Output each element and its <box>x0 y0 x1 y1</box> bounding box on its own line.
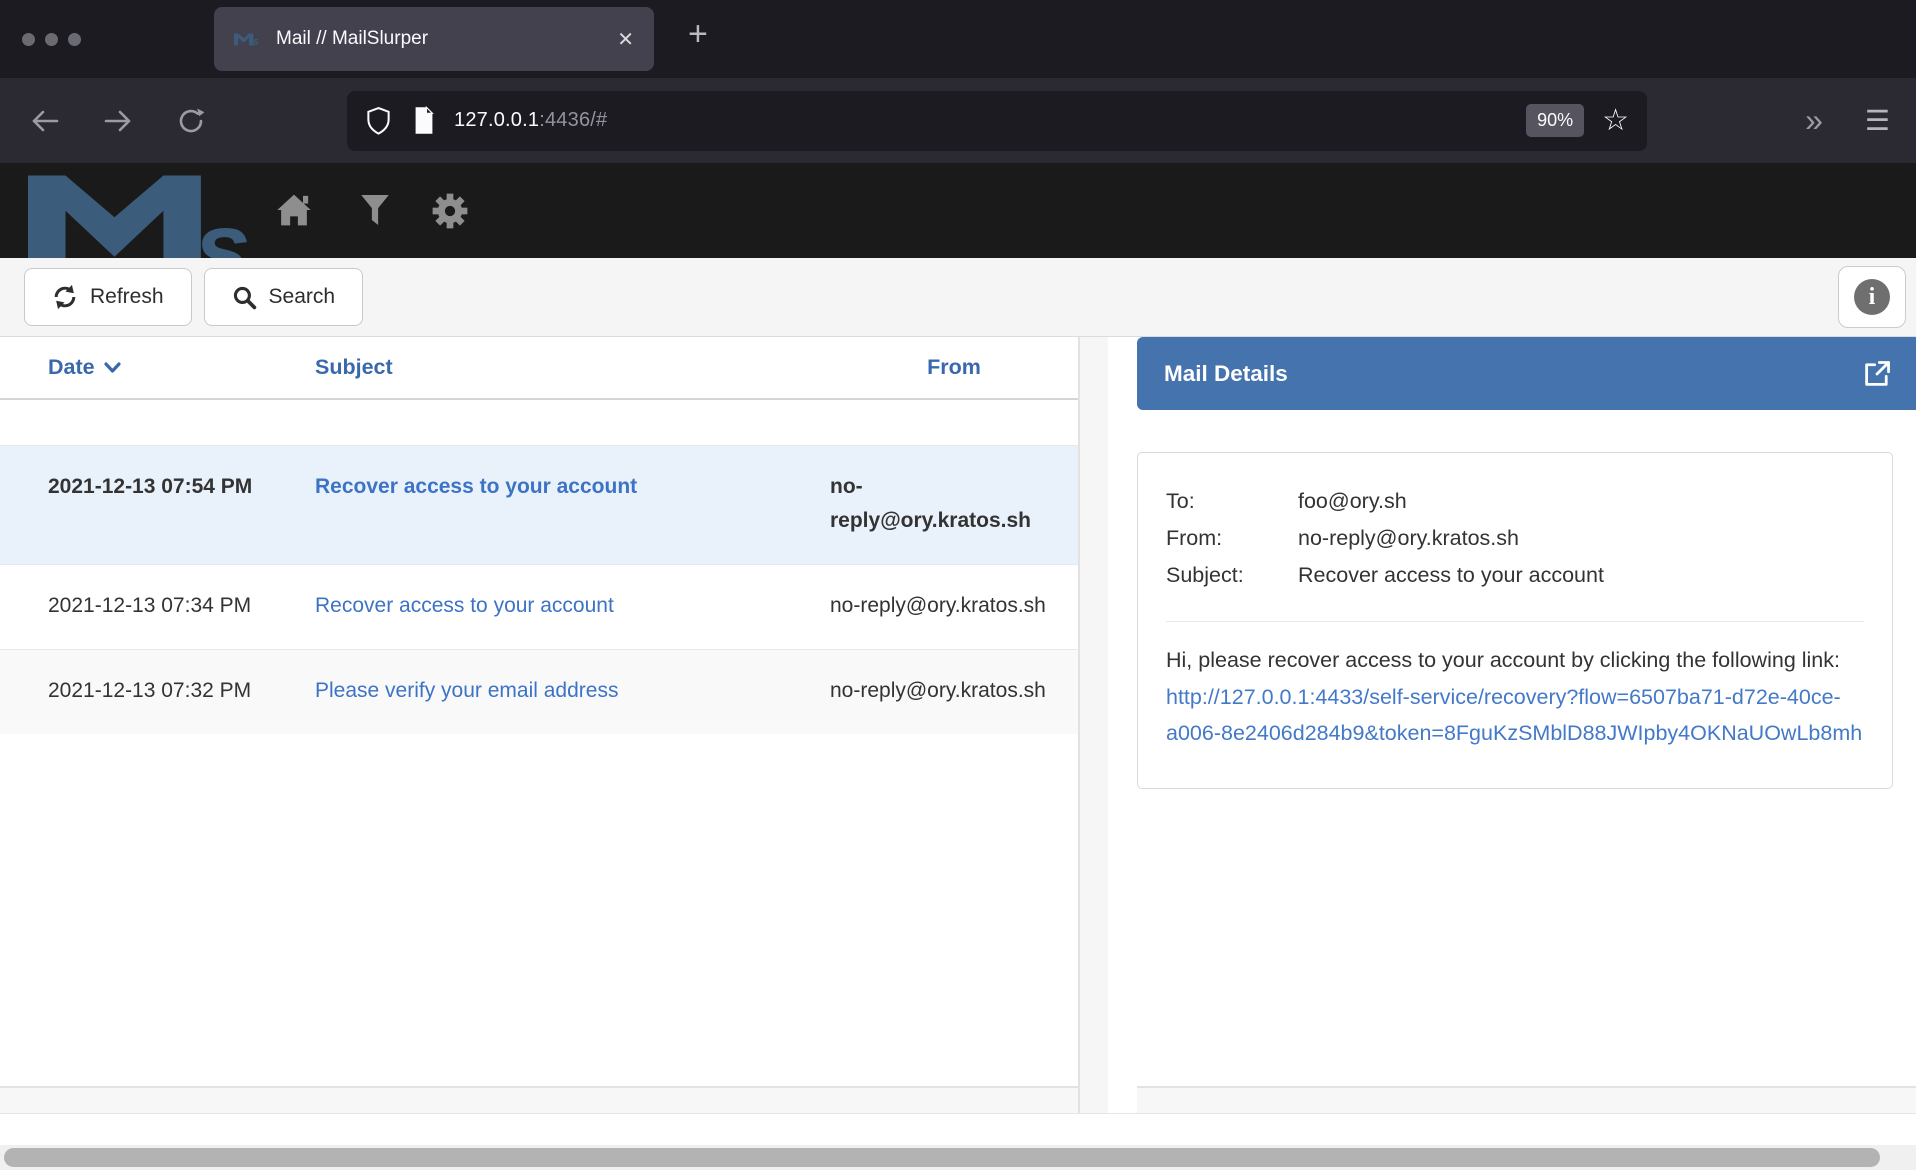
window-dot-icon <box>68 33 81 46</box>
mailslurper-logo: s <box>28 167 278 258</box>
refresh-button[interactable]: Refresh <box>24 268 192 326</box>
mail-date: 2021-12-13 07:54 PM <box>0 470 315 538</box>
mail-row[interactable]: 2021-12-13 07:34 PM Recover access to yo… <box>0 564 1078 649</box>
mail-body-text: Hi, please recover access to your accoun… <box>1166 648 1840 672</box>
tab-strip: s Mail // MailSlurper ✕ + <box>0 0 1916 78</box>
mail-list-panel: Date Subject From 2021-12-13 07:54 PM Re… <box>0 337 1080 1113</box>
window-dot-icon <box>45 33 58 46</box>
open-external-icon[interactable] <box>1862 359 1892 389</box>
detail-field-to: To: foo@ory.sh <box>1166 483 1864 520</box>
tab-close-icon[interactable]: ✕ <box>617 27 634 52</box>
mail-list-header: Date Subject From <box>0 337 1078 400</box>
overflow-chevrons-icon[interactable]: » <box>1805 102 1821 139</box>
mail-subject-link[interactable]: Recover access to your account <box>315 594 614 617</box>
mail-details-card: To: foo@ory.sh From: no-reply@ory.kratos… <box>1137 452 1893 789</box>
column-header-date[interactable]: Date <box>0 355 315 380</box>
date-header-label: Date <box>48 355 95 380</box>
subject-label: Subject: <box>1166 557 1298 594</box>
sort-chevron-down-icon <box>104 362 121 373</box>
browser-tab[interactable]: s Mail // MailSlurper ✕ <box>214 7 654 71</box>
reload-button[interactable] <box>168 98 214 144</box>
url-text[interactable]: 127.0.0.1:4436/# <box>454 109 607 132</box>
url-host: 127.0.0.1 <box>454 109 539 131</box>
mail-row[interactable]: 2021-12-13 07:32 PM Please verify your e… <box>0 649 1078 734</box>
filter-icon[interactable] <box>360 193 390 227</box>
mail-date: 2021-12-13 07:34 PM <box>0 589 315 623</box>
bottom-band <box>0 1113 1916 1145</box>
svg-text:s: s <box>253 36 259 48</box>
main-content: Date Subject From 2021-12-13 07:54 PM Re… <box>0 337 1916 1113</box>
url-bar[interactable]: 127.0.0.1:4436/# 90% ☆ <box>347 91 1647 151</box>
window-controls[interactable] <box>22 33 81 46</box>
info-button[interactable]: i <box>1838 266 1906 328</box>
search-button[interactable]: Search <box>204 268 364 326</box>
app-toolbar: Refresh Search i <box>0 258 1916 337</box>
detail-field-from: From: no-reply@ory.kratos.sh <box>1166 520 1864 557</box>
home-icon[interactable] <box>276 193 312 227</box>
card-divider <box>1166 621 1864 622</box>
mailslurper-header: s <box>0 163 1916 258</box>
info-icon: i <box>1854 279 1890 315</box>
browser-window: s Mail // MailSlurper ✕ + 127.0.0. <box>0 0 1916 1170</box>
tab-favicon-mailslurper-icon: s <box>234 29 262 49</box>
recovery-link[interactable]: http://127.0.0.1:4433/self-service/recov… <box>1166 685 1862 746</box>
detail-field-subject: Subject: Recover access to your account <box>1166 557 1864 594</box>
search-icon <box>232 285 257 310</box>
to-label: To: <box>1166 483 1298 520</box>
column-header-subject[interactable]: Subject <box>315 355 830 380</box>
url-port-path: :4436/# <box>539 109 607 131</box>
mail-details-title: Mail Details <box>1164 361 1862 387</box>
bookmark-star-icon[interactable]: ☆ <box>1602 106 1629 136</box>
back-button[interactable] <box>22 98 68 144</box>
page-icon[interactable] <box>412 106 436 135</box>
mail-date: 2021-12-13 07:32 PM <box>0 674 315 708</box>
mail-subject-link[interactable]: Recover access to your account <box>315 475 637 498</box>
svg-text:s: s <box>195 192 251 258</box>
refresh-label: Refresh <box>90 285 164 309</box>
forward-button[interactable] <box>95 98 141 144</box>
search-label: Search <box>269 285 336 309</box>
from-value: no-reply@ory.kratos.sh <box>1298 520 1864 557</box>
mail-subject-link[interactable]: Please verify your email address <box>315 679 618 702</box>
from-label: From: <box>1166 520 1298 557</box>
gear-icon[interactable] <box>432 193 468 229</box>
list-panel-footer <box>0 1086 1078 1113</box>
hamburger-menu-icon[interactable]: ☰ <box>1865 104 1890 137</box>
mail-details-panel: Mail Details To: foo@ory.sh From: no-rep… <box>1108 337 1916 1113</box>
mail-row[interactable]: 2021-12-13 07:54 PM Recover access to yo… <box>0 445 1078 564</box>
browser-navbar: 127.0.0.1:4436/# 90% ☆ » ☰ <box>0 78 1916 163</box>
panel-divider <box>1080 337 1108 1113</box>
subject-value: Recover access to your account <box>1298 557 1864 594</box>
horizontal-scrollbar-thumb[interactable] <box>4 1148 1880 1167</box>
refresh-icon <box>52 284 78 310</box>
mail-body: Hi, please recover access to your accoun… <box>1166 642 1864 752</box>
window-dot-icon <box>22 33 35 46</box>
mail-from: no-reply@ory.kratos.sh <box>830 470 1078 538</box>
tab-title: Mail // MailSlurper <box>276 28 617 50</box>
shield-icon[interactable] <box>365 106 392 136</box>
mail-from: no-reply@ory.kratos.sh <box>830 589 1078 623</box>
zoom-level-badge[interactable]: 90% <box>1526 104 1584 137</box>
mail-details-header: Mail Details <box>1137 337 1916 410</box>
column-header-from[interactable]: From <box>830 355 1078 380</box>
new-tab-button[interactable]: + <box>688 15 708 54</box>
horizontal-scrollbar[interactable] <box>0 1145 1916 1170</box>
details-panel-footer <box>1137 1086 1916 1113</box>
mail-from: no-reply@ory.kratos.sh <box>830 674 1078 708</box>
to-value: foo@ory.sh <box>1298 483 1864 520</box>
